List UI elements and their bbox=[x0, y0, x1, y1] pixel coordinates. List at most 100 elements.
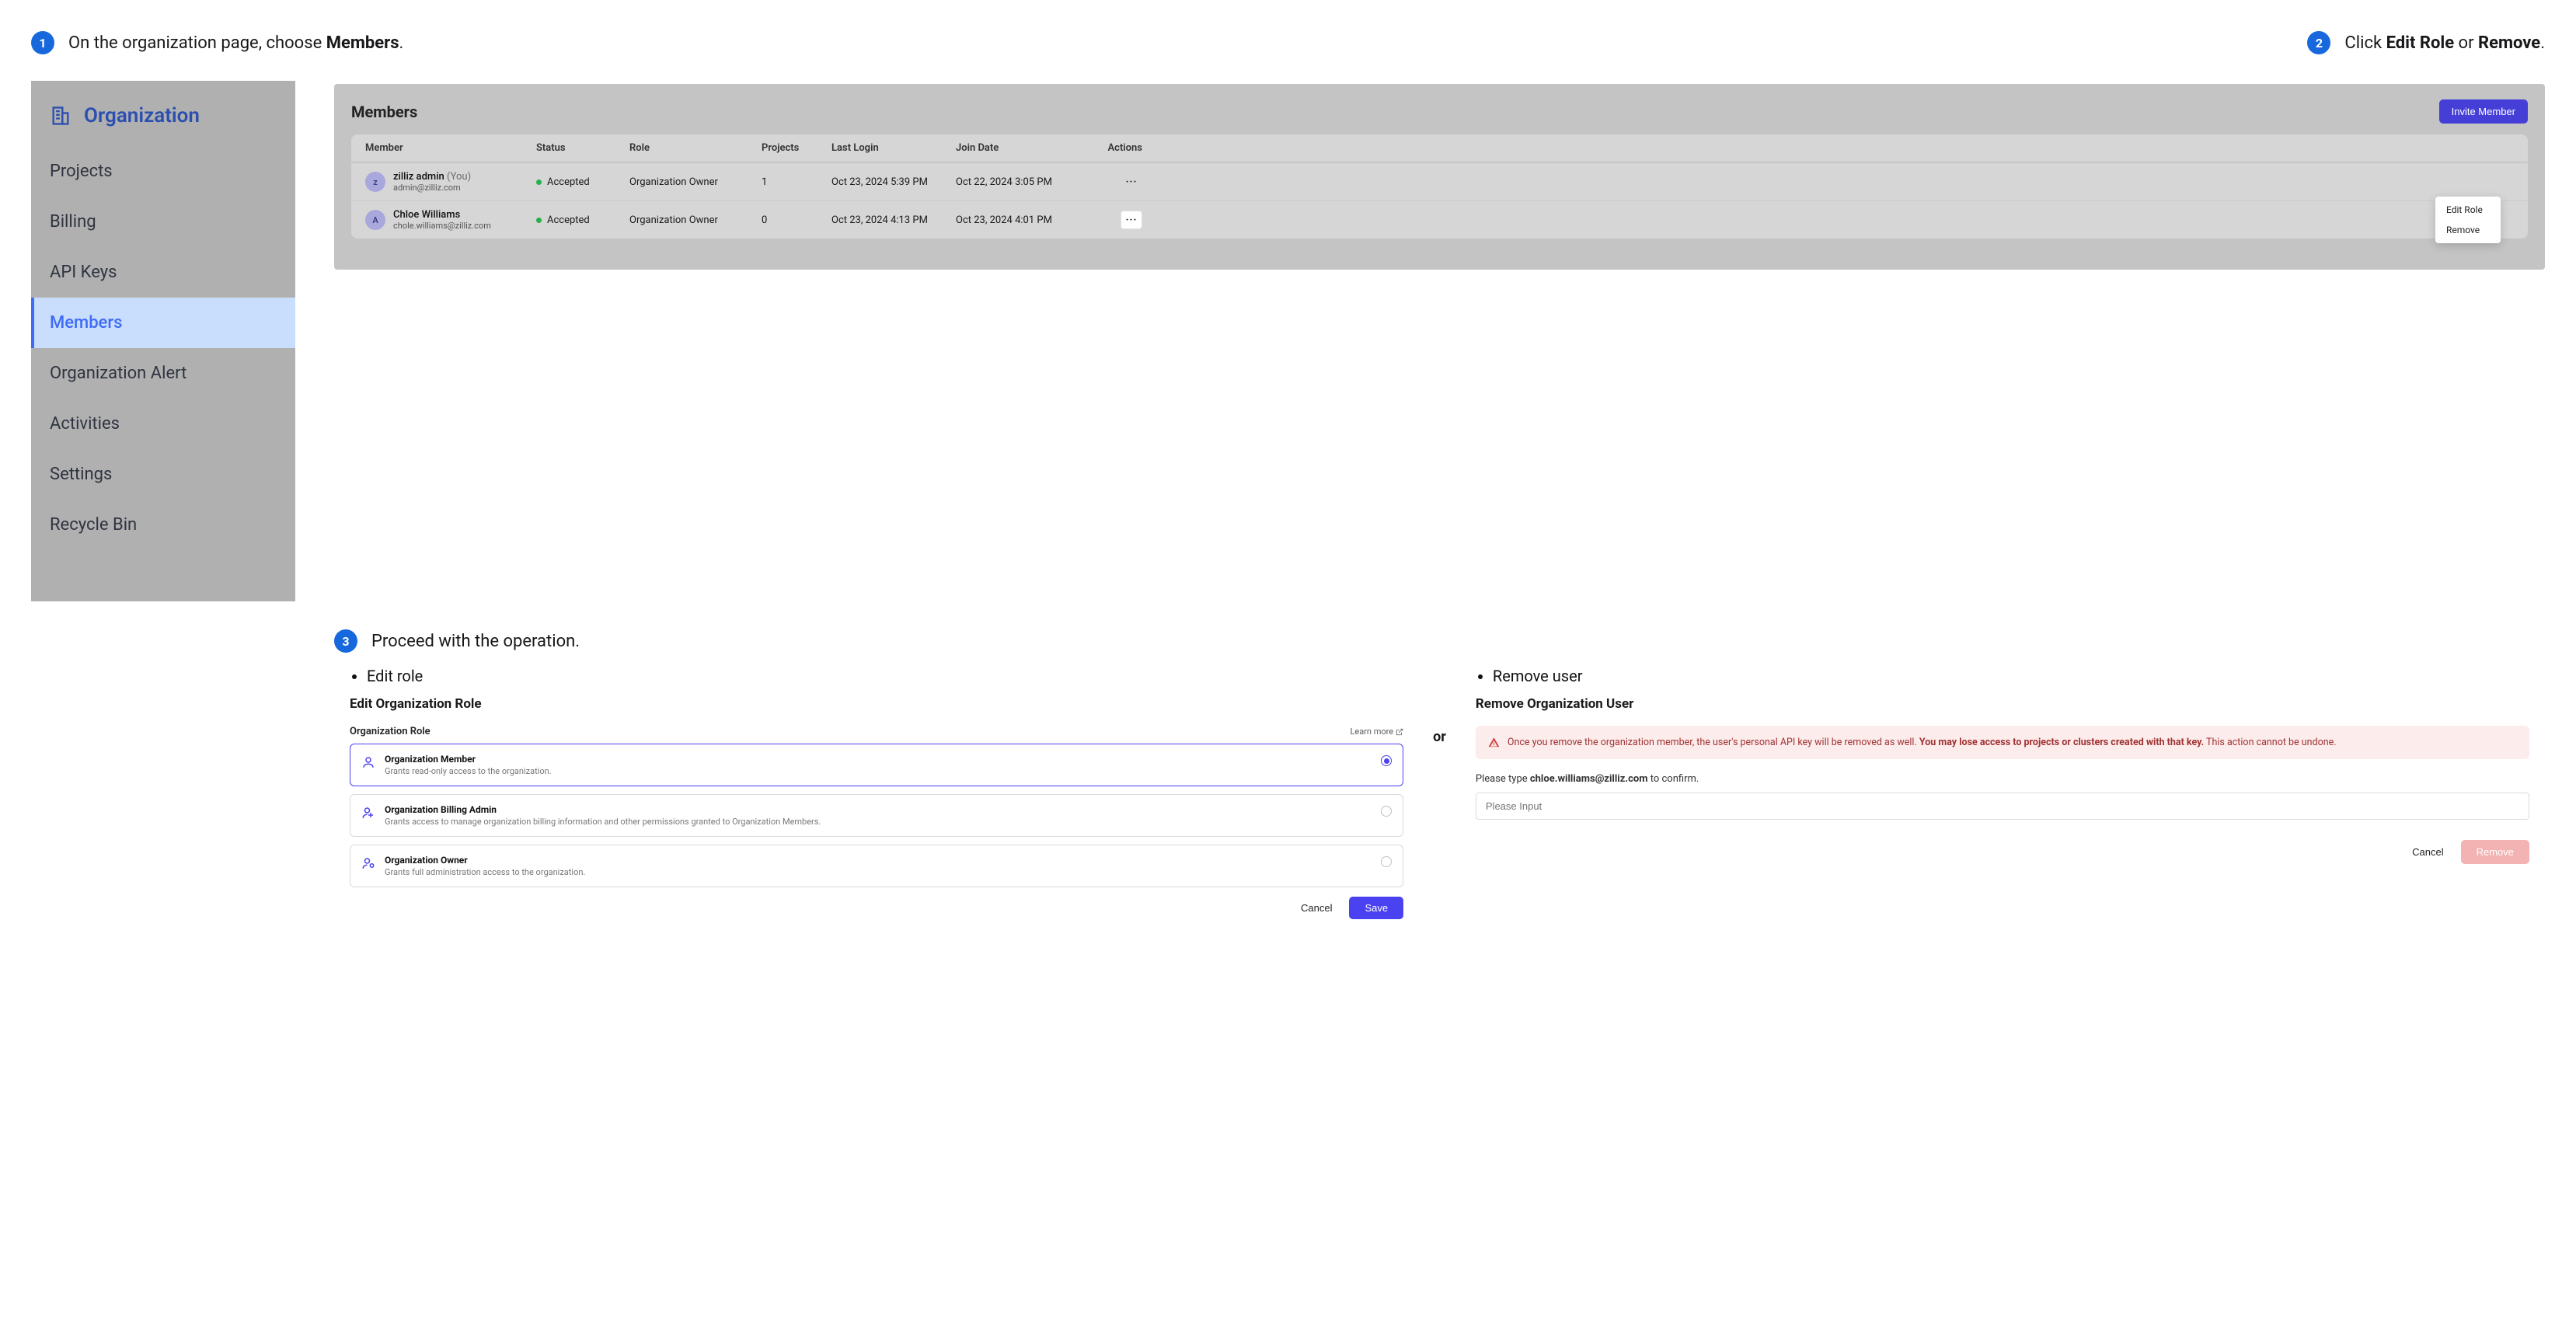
sidebar-item-organization-alert[interactable]: Organization Alert bbox=[31, 348, 295, 399]
step-1-post: . bbox=[399, 33, 404, 53]
remove-cancel-button[interactable]: Cancel bbox=[2404, 840, 2451, 864]
last-login: Oct 23, 2024 5:39 PM bbox=[831, 176, 956, 188]
members-title: Members bbox=[351, 103, 417, 121]
projects-count: 0 bbox=[762, 214, 831, 226]
remove-confirm-button[interactable]: Remove bbox=[2461, 840, 2529, 864]
step-badge-3: 3 bbox=[334, 629, 357, 653]
step-3-text: Proceed with the operation. bbox=[371, 632, 580, 651]
sidebar-item-api-keys[interactable]: API Keys bbox=[31, 247, 295, 298]
step-1-text: On the organization page, choose Members… bbox=[68, 33, 403, 53]
step-2-mid: or bbox=[2454, 33, 2478, 53]
members-panel: Members Invite Member Member Status Role… bbox=[334, 84, 2545, 270]
step-1-pre: On the organization page, choose bbox=[68, 33, 326, 53]
radio-unselected-icon bbox=[1381, 806, 1392, 817]
member-you-tag: (You) bbox=[447, 171, 471, 183]
edit-role-dialog-title: Edit Organization Role bbox=[350, 696, 1403, 712]
role-name: Organization Billing Admin bbox=[385, 804, 1372, 815]
actions-dropdown: Edit Role Remove bbox=[2435, 197, 2501, 243]
projects-count: 1 bbox=[762, 176, 831, 188]
status-text: Accepted bbox=[547, 176, 590, 188]
radio-selected-icon bbox=[1381, 755, 1392, 766]
col-projects: Projects bbox=[762, 142, 831, 154]
status-dot-icon bbox=[536, 179, 542, 185]
dropdown-edit-role[interactable]: Edit Role bbox=[2435, 200, 2501, 220]
col-role: Role bbox=[629, 142, 762, 154]
edit-role-cancel-button[interactable]: Cancel bbox=[1293, 897, 1340, 919]
table-row: A Chloe Williams chole.williams@zilliz.c… bbox=[351, 200, 2528, 239]
join-date: Oct 22, 2024 3:05 PM bbox=[956, 176, 1080, 188]
status-text: Accepted bbox=[547, 214, 590, 226]
role-text: Organization Owner bbox=[629, 176, 762, 188]
member-email: chole.williams@zilliz.com bbox=[393, 221, 491, 231]
status-dot-icon bbox=[536, 218, 542, 223]
remove-user-dialog-title: Remove Organization User bbox=[1476, 696, 2529, 712]
edit-role-bullet: Edit role bbox=[367, 667, 1403, 685]
confirm-email-input[interactable] bbox=[1476, 793, 2529, 820]
col-member: Member bbox=[365, 142, 536, 154]
step-badge-2: 2 bbox=[2307, 31, 2330, 54]
sidebar-item-billing[interactable]: Billing bbox=[31, 197, 295, 247]
role-text: Organization Owner bbox=[629, 214, 762, 226]
invite-member-button[interactable]: Invite Member bbox=[2439, 99, 2528, 124]
table-header: Member Status Role Projects Last Login J… bbox=[351, 134, 2528, 162]
step-1-bold: Members bbox=[326, 33, 399, 53]
last-login: Oct 23, 2024 4:13 PM bbox=[831, 214, 956, 226]
remove-user-bullet: Remove user bbox=[1493, 667, 2529, 685]
learn-more-link[interactable]: Learn more bbox=[1350, 726, 1403, 737]
edit-role-save-button[interactable]: Save bbox=[1349, 897, 1403, 919]
step-2-b2: Remove bbox=[2478, 33, 2540, 53]
step-2-text: Click Edit Role or Remove. bbox=[2344, 33, 2545, 53]
col-join-date: Join Date bbox=[956, 142, 1080, 154]
confirm-instruction: Please type chloe.williams@zilliz.com to… bbox=[1476, 773, 2529, 785]
role-desc: Grants access to manage organization bil… bbox=[385, 817, 1372, 827]
role-option-owner[interactable]: Organization Owner Grants full administr… bbox=[350, 845, 1403, 887]
join-date: Oct 23, 2024 4:01 PM bbox=[956, 214, 1080, 226]
warning-panel: Once you remove the organization member,… bbox=[1476, 726, 2529, 759]
role-name: Organization Owner bbox=[385, 855, 1372, 866]
user-billing-icon bbox=[361, 806, 375, 820]
table-row: z zilliz admin (You) admin@zilliz.com Ac… bbox=[351, 162, 2528, 200]
members-table: Member Status Role Projects Last Login J… bbox=[351, 134, 2528, 239]
user-icon bbox=[361, 755, 375, 769]
col-actions: Actions bbox=[1080, 142, 1142, 154]
org-role-label: Organization Role bbox=[350, 726, 430, 737]
sidebar: Organization Projects Billing API Keys M… bbox=[31, 81, 295, 601]
sidebar-item-recycle-bin[interactable]: Recycle Bin bbox=[31, 500, 295, 550]
radio-unselected-icon bbox=[1381, 856, 1392, 867]
confirm-pre: Please type bbox=[1476, 773, 1530, 785]
role-option-billing-admin[interactable]: Organization Billing Admin Grants access… bbox=[350, 794, 1403, 837]
step-2-post: . bbox=[2540, 33, 2545, 53]
warn-pre: Once you remove the organization member,… bbox=[1508, 737, 1919, 748]
remove-user-section: Remove user Remove Organization User Onc… bbox=[1460, 667, 2545, 864]
role-desc: Grants full administration access to the… bbox=[385, 867, 1372, 877]
learn-more-text: Learn more bbox=[1350, 726, 1393, 737]
step-1-header: 1 On the organization page, choose Membe… bbox=[31, 31, 403, 54]
confirm-post: to confirm. bbox=[1648, 773, 1699, 785]
user-owner-icon bbox=[361, 856, 375, 870]
step-2-b1: Edit Role bbox=[2386, 33, 2455, 53]
col-status: Status bbox=[536, 142, 629, 154]
warn-bold: You may lose access to projects or clust… bbox=[1919, 737, 2204, 748]
step-3-header: 3 Proceed with the operation. bbox=[334, 629, 2545, 653]
sidebar-item-settings[interactable]: Settings bbox=[31, 449, 295, 500]
edit-role-section: Edit role Edit Organization Role Organiz… bbox=[334, 667, 1419, 919]
sidebar-item-activities[interactable]: Activities bbox=[31, 399, 295, 449]
warning-icon bbox=[1488, 737, 1500, 748]
role-name: Organization Member bbox=[385, 754, 1372, 765]
role-option-member[interactable]: Organization Member Grants read-only acc… bbox=[350, 744, 1403, 786]
avatar: z bbox=[365, 172, 385, 192]
step-badge-1: 1 bbox=[31, 31, 54, 54]
member-name: Chloe Williams bbox=[393, 209, 460, 221]
warn-post: This action cannot be undone. bbox=[2204, 737, 2336, 748]
sidebar-item-members[interactable]: Members bbox=[31, 298, 295, 348]
step-2-pre: Click bbox=[2344, 33, 2386, 53]
organization-icon bbox=[50, 105, 71, 127]
external-link-icon bbox=[1396, 728, 1403, 736]
col-last-login: Last Login bbox=[831, 142, 956, 154]
row-actions-button[interactable]: ··· bbox=[1121, 172, 1142, 191]
dropdown-remove[interactable]: Remove bbox=[2435, 220, 2501, 240]
row-actions-button[interactable]: ··· bbox=[1121, 211, 1142, 229]
sidebar-item-projects[interactable]: Projects bbox=[31, 146, 295, 197]
org-header: Organization bbox=[31, 81, 295, 146]
avatar: A bbox=[365, 210, 385, 230]
